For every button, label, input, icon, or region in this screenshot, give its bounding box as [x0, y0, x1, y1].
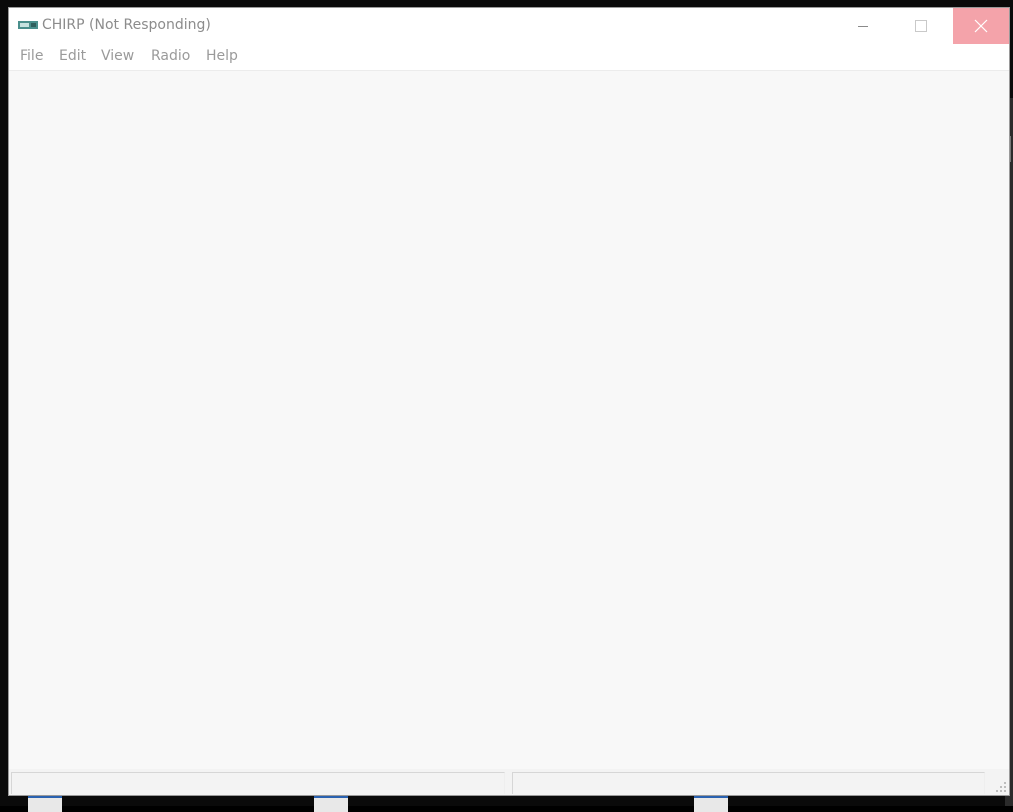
main-content-area: [9, 71, 1009, 769]
menu-bar: File Edit View Radio Help: [9, 44, 1009, 71]
title-bar[interactable]: CHIRP (Not Responding): [9, 8, 1009, 44]
status-panel-left: [11, 772, 505, 794]
minimize-icon: [858, 26, 868, 27]
maximize-icon: [915, 20, 927, 32]
desktop-app-icon[interactable]: [314, 795, 348, 812]
radio-icon: [18, 21, 38, 29]
chirp-window: CHIRP (Not Responding) File Edit View Ra…: [8, 7, 1010, 796]
resize-grip-icon[interactable]: [996, 782, 1006, 792]
desktop-app-icon[interactable]: [694, 795, 728, 812]
status-panel-right: [512, 772, 985, 794]
menu-edit[interactable]: Edit: [59, 48, 86, 64]
menu-radio[interactable]: Radio: [151, 48, 190, 64]
close-button[interactable]: [953, 8, 1009, 44]
status-bar: [9, 769, 1009, 795]
close-icon: [974, 19, 988, 33]
window-title: CHIRP (Not Responding): [42, 17, 211, 33]
menu-file[interactable]: File: [20, 48, 43, 64]
menu-help[interactable]: Help: [206, 48, 238, 64]
minimize-button[interactable]: [835, 8, 891, 44]
maximize-button[interactable]: [893, 8, 949, 44]
desktop-app-icon[interactable]: [28, 795, 62, 812]
menu-view[interactable]: View: [101, 48, 134, 64]
